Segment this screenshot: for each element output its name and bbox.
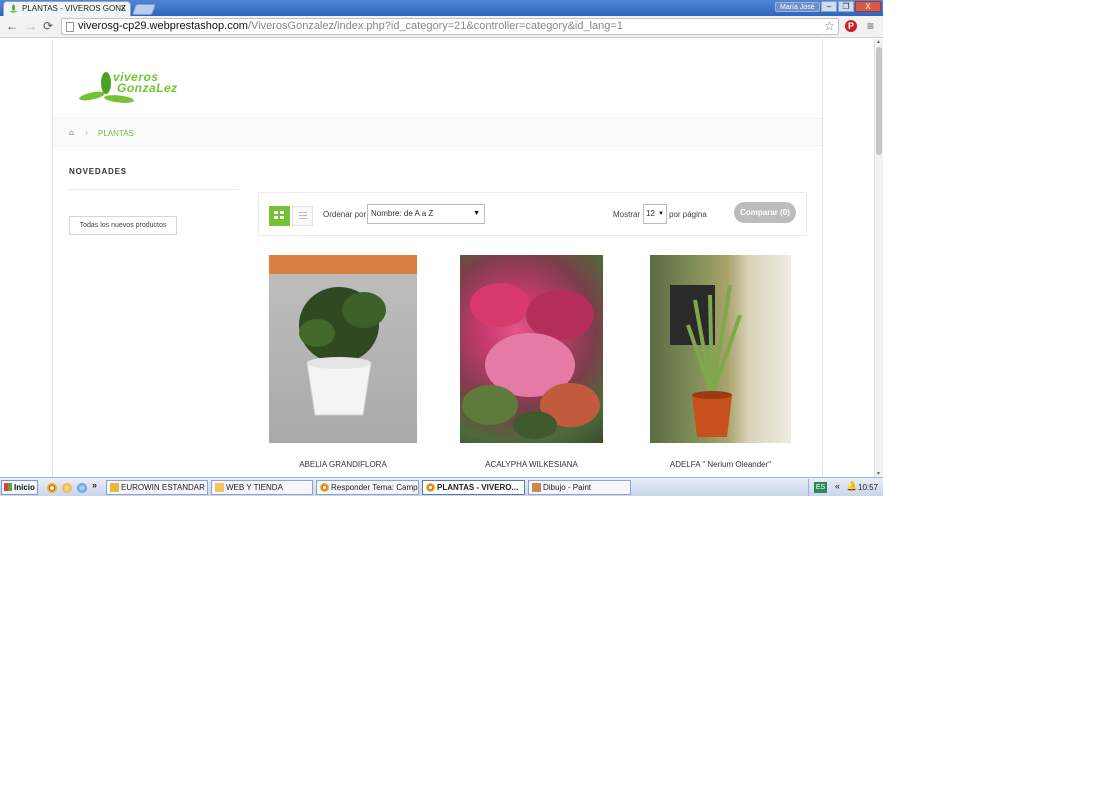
start-button[interactable]: Inicio	[1, 480, 38, 495]
page-scrollbar[interactable]: ▲ ▼	[874, 39, 883, 477]
restore-button[interactable]: ❐	[838, 1, 854, 12]
star-icon[interactable]: ☆	[824, 19, 835, 33]
quicklaunch-more-icon[interactable]: »	[92, 480, 97, 490]
per-page-value: 12	[646, 209, 655, 218]
breadcrumb-separator: ›	[85, 127, 88, 137]
favicon-leaf-icon	[9, 4, 18, 13]
browser-toolbar: ← → ⟳ viverosg-cp29.webprestashop.com/Vi…	[0, 16, 883, 38]
product-name[interactable]: ACALYPHA WILKESIANA	[460, 460, 603, 469]
tray-expand-icon[interactable]: «	[835, 481, 840, 491]
product-image[interactable]	[269, 255, 417, 443]
sort-label: Ordenar por	[323, 210, 367, 219]
back-arrow-icon[interactable]: ←	[6, 19, 18, 33]
taskbar-item-eurowin[interactable]: EUROWIN ESTANDAR ...	[106, 480, 208, 495]
page-container: viveros GonzaLez ⌂ › PLANTAS NOVEDADES T…	[52, 39, 823, 477]
tab-title: PLANTAS - VIVEROS GONZ	[22, 4, 126, 13]
compare-button[interactable]: Comparar (0)	[734, 202, 796, 223]
product-card[interactable]: ACALYPHA WILKESIANA	[460, 255, 603, 469]
tab-close-icon[interactable]: ×	[121, 3, 126, 13]
taskbar-item-responder-tema[interactable]: Responder Tema: Campo...	[316, 480, 419, 495]
taskbar-item-label: EUROWIN ESTANDAR ...	[121, 483, 208, 492]
taskbar-item-label: Dibujo - Paint	[543, 483, 592, 492]
sort-select[interactable]: Nombre: de A a Z ▼	[367, 204, 485, 224]
all-new-products-button[interactable]: Todas los nuevos productos	[69, 216, 177, 235]
forward-arrow-icon[interactable]: →	[25, 19, 37, 33]
windows-logo-icon	[4, 483, 12, 491]
start-label: Inicio	[14, 483, 35, 492]
sort-select-value: Nombre: de A a Z	[371, 209, 434, 218]
language-indicator[interactable]: ES	[814, 482, 827, 493]
scroll-thumb[interactable]	[876, 47, 882, 155]
plant-pot-terracotta-image	[670, 284, 742, 437]
close-window-button[interactable]: X	[855, 1, 881, 12]
product-name[interactable]: ADELFA " Nerium Oleander"	[650, 460, 791, 469]
taskbar-item-plantas[interactable]: PLANTAS - VIVERO...	[422, 480, 525, 495]
minimize-button[interactable]: –	[821, 1, 837, 12]
address-bar[interactable]: viverosg-cp29.webprestashop.com/ViverosG…	[61, 18, 839, 35]
sidebar-title: NOVEDADES	[69, 167, 127, 176]
plant-pot-white-image	[299, 287, 386, 416]
product-image[interactable]	[460, 255, 603, 443]
reload-icon[interactable]: ⟳	[43, 19, 53, 33]
plant-leaves-pink-image	[462, 283, 600, 439]
per-page-label: por página	[669, 210, 707, 219]
product-card[interactable]: ABELIA GRANDIFLORA	[269, 255, 417, 469]
chrome-icon	[320, 483, 329, 492]
taskbar-item-label: PLANTAS - VIVERO...	[437, 483, 519, 492]
product-name[interactable]: ABELIA GRANDIFLORA	[269, 460, 417, 469]
show-label: Mostrar	[613, 210, 641, 219]
new-tab-button[interactable]	[131, 4, 157, 15]
paint-app-icon	[532, 483, 541, 492]
pinterest-icon[interactable]: P	[845, 20, 857, 32]
scroll-up-icon[interactable]: ▲	[876, 39, 881, 45]
browser-titlebar: PLANTAS - VIVEROS GONZ × María José – ❐ …	[0, 0, 883, 16]
product-image[interactable]	[650, 255, 791, 443]
page-icon	[66, 22, 74, 32]
chrome-icon	[426, 483, 435, 492]
product-sort-bar: Ordenar por Nombre: de A a Z ▼ Mostrar 1…	[258, 192, 807, 236]
profile-name-badge[interactable]: María José	[775, 2, 820, 12]
eurowin-app-icon	[110, 483, 119, 492]
windows-taskbar: Inicio » EUROWIN ESTANDAR ... WEB Y TIEN…	[0, 477, 883, 496]
logo-line-2: GonzaLez	[117, 81, 178, 95]
browser-tab[interactable]: PLANTAS - VIVEROS GONZ ×	[3, 1, 131, 16]
folder-icon	[215, 483, 224, 492]
notification-bell-icon[interactable]: 🔔	[846, 481, 857, 492]
folder-quicklaunch-icon[interactable]	[62, 483, 72, 493]
grid-view-button[interactable]	[269, 206, 290, 226]
product-card[interactable]: ADELFA " Nerium Oleander"	[650, 255, 791, 469]
url-host: viverosg-cp29.webprestashop.com	[78, 20, 248, 32]
chrome-quicklaunch-icon[interactable]	[47, 483, 57, 493]
ie-quicklaunch-icon[interactable]	[77, 483, 87, 493]
system-tray: ES « 🔔 10:57	[808, 479, 883, 496]
taskbar-item-label: Responder Tema: Campo...	[331, 483, 419, 492]
menu-icon[interactable]: ≡	[867, 19, 874, 33]
caret-down-icon: ▼	[473, 210, 480, 217]
url-path: /ViverosGonzalez/index.php?id_category=2…	[247, 20, 623, 32]
site-logo[interactable]: viveros GonzaLez	[79, 70, 189, 106]
list-view-button[interactable]	[292, 206, 313, 226]
page-viewport: viveros GonzaLez ⌂ › PLANTAS NOVEDADES T…	[0, 39, 874, 477]
logo-text: viveros GonzaLez	[113, 71, 178, 95]
taskbar-item-label: WEB Y TIENDA	[226, 483, 283, 492]
per-page-select[interactable]: 12 ▼	[643, 204, 667, 224]
sidebar-divider	[69, 189, 239, 190]
caret-down-icon: ▼	[658, 211, 664, 217]
home-icon[interactable]: ⌂	[69, 128, 74, 137]
taskbar-item-web-y-tienda[interactable]: WEB Y TIENDA	[211, 480, 313, 495]
breadcrumb: ⌂ › PLANTAS	[53, 118, 822, 146]
clock[interactable]: 10:57	[858, 483, 878, 492]
breadcrumb-current[interactable]: PLANTAS	[98, 129, 134, 138]
screen: PLANTAS - VIVEROS GONZ × María José – ❐ …	[0, 0, 883, 496]
taskbar-item-paint[interactable]: Dibujo - Paint	[528, 480, 631, 495]
